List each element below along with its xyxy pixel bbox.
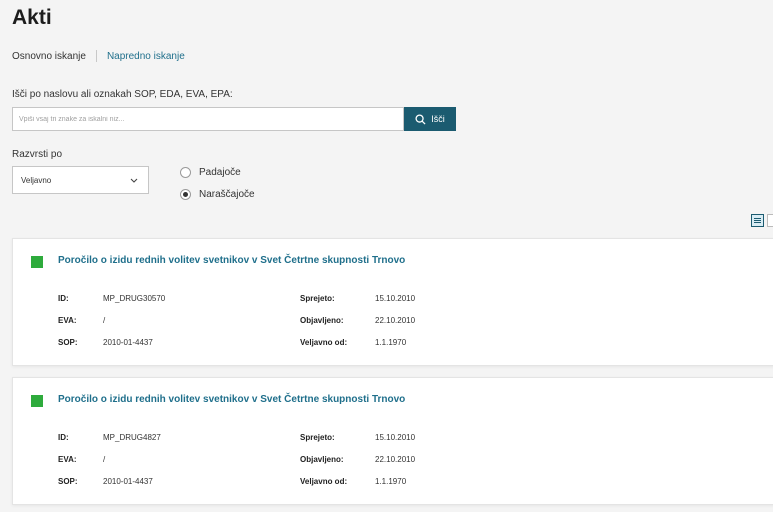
status-indicator	[31, 256, 43, 268]
status-indicator	[31, 395, 43, 407]
sop-label: SOP:	[58, 477, 78, 486]
radio-descending[interactable]: Padajoče	[180, 167, 241, 178]
search-button[interactable]: Išči	[404, 107, 456, 131]
radio-circle-descending[interactable]	[180, 167, 191, 178]
valid-from-label: Veljavno od:	[300, 477, 348, 486]
id-label: ID:	[58, 294, 69, 303]
published-label: Objavljeno:	[300, 455, 344, 464]
radio-selected-dot	[183, 192, 188, 197]
chevron-down-icon	[130, 176, 138, 185]
adopted-label: Sprejeto:	[300, 433, 335, 442]
sort-label: Razvrsti po	[12, 149, 63, 160]
view-toggle	[751, 214, 773, 227]
search-mode-tabs: Osnovno iskanje Napredno iskanje	[12, 50, 185, 62]
published-label: Objavljeno:	[300, 316, 344, 325]
list-view-icon[interactable]	[751, 214, 764, 227]
radio-ascending[interactable]: Naraščajoče	[180, 189, 255, 200]
sop-value: 2010-01-4437	[103, 338, 153, 347]
sop-label: SOP:	[58, 338, 78, 347]
search-input[interactable]	[12, 107, 404, 131]
sort-selected-value: Veljavno	[21, 175, 52, 185]
result-card: Poročilo o izidu rednih volitev svetniko…	[12, 238, 773, 366]
radio-label-descending: Padajoče	[199, 167, 241, 178]
adopted-value: 15.10.2010	[375, 294, 416, 303]
page-title: Akti	[12, 6, 52, 29]
id-value: MP_DRUG30570	[103, 294, 166, 303]
eva-label: EVA:	[58, 455, 77, 464]
id-value: MP_DRUG4827	[103, 433, 161, 442]
eva-label: EVA:	[58, 316, 77, 325]
result-title-link[interactable]: Poročilo o izidu rednih volitev svetniko…	[58, 255, 405, 266]
valid-from-label: Veljavno od:	[300, 338, 348, 347]
radio-circle-ascending[interactable]	[180, 189, 191, 200]
result-card: Poročilo o izidu rednih volitev svetniko…	[12, 377, 773, 505]
valid-from-value: 1.1.1970	[375, 338, 407, 347]
id-label: ID:	[58, 433, 69, 442]
grid-view-icon[interactable]	[767, 214, 773, 227]
search-button-label: Išči	[431, 114, 445, 124]
published-value: 22.10.2010	[375, 455, 416, 464]
search-label: Išči po naslovu ali oznakah SOP, EDA, EV…	[12, 89, 233, 100]
result-title-link[interactable]: Poročilo o izidu rednih volitev svetniko…	[58, 394, 405, 405]
sop-value: 2010-01-4437	[103, 477, 153, 486]
adopted-label: Sprejeto:	[300, 294, 335, 303]
valid-from-value: 1.1.1970	[375, 477, 407, 486]
published-value: 22.10.2010	[375, 316, 416, 325]
search-icon	[415, 113, 426, 125]
sort-select[interactable]: Veljavno	[12, 166, 149, 194]
eva-value: /	[103, 455, 106, 464]
tab-advanced-search[interactable]: Napredno iskanje	[107, 51, 185, 62]
tab-basic-search[interactable]: Osnovno iskanje	[12, 51, 86, 62]
radio-label-ascending: Naraščajoče	[199, 189, 255, 200]
eva-value: /	[103, 316, 106, 325]
tab-divider	[95, 50, 97, 62]
adopted-value: 15.10.2010	[375, 433, 416, 442]
